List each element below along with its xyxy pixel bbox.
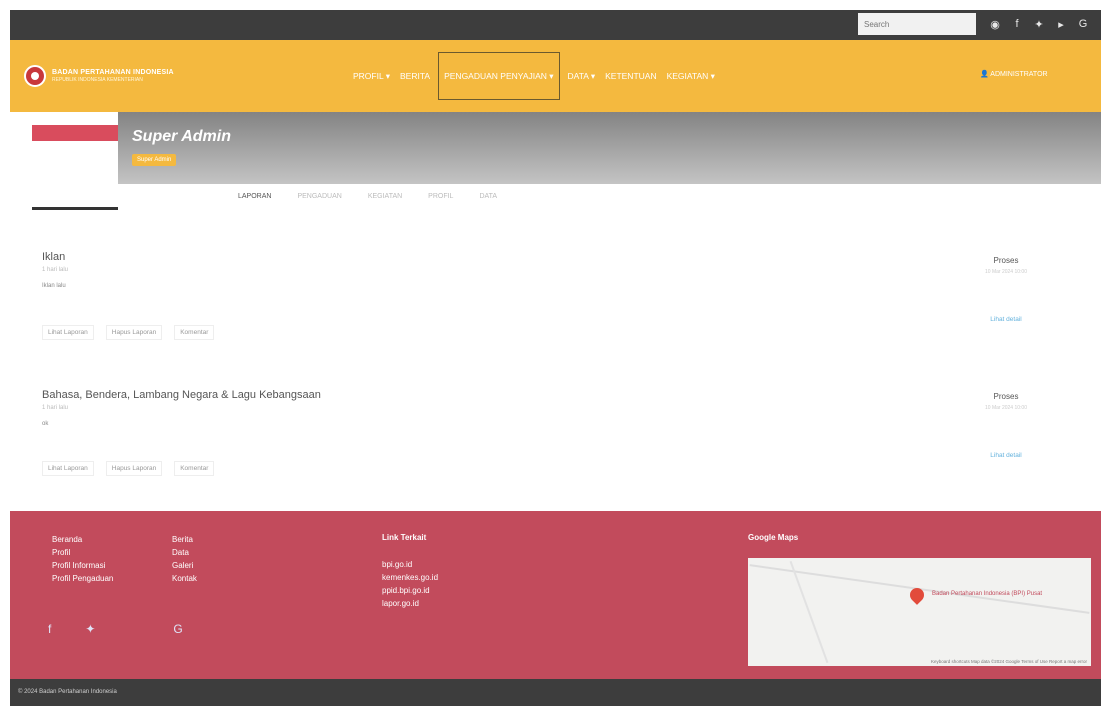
facebook-icon[interactable]: f [1010, 16, 1024, 32]
map-place-label: Badan Pertahanan Indonesia (BPI) Pusat [932, 591, 1043, 597]
main-navbar: BADAN PERTAHANAN INDONESIA REPUBLIK INDO… [10, 40, 1101, 112]
related-link[interactable]: bpi.go.id [382, 558, 438, 571]
related-link[interactable]: ppid.bpi.go.id [382, 584, 438, 597]
tab-pengaduan[interactable]: PENGADUAN [297, 193, 341, 200]
map-attribution: Keyboard shortcuts Map data ©2024 Google… [930, 659, 1087, 664]
footer-link[interactable]: Kontak [172, 572, 197, 585]
status-badge: Proses [993, 392, 1019, 401]
user-menu[interactable]: 👤 ADMINISTRATOR [980, 70, 1048, 78]
youtube-icon[interactable]: ▸ [1054, 16, 1068, 32]
related-links-heading: Link Terkait [382, 533, 427, 542]
report-item: Bahasa, Bendera, Lambang Negara & Lagu K… [42, 389, 922, 479]
google-icon[interactable]: G [1076, 16, 1090, 32]
view-report-button[interactable]: Lihat Laporan [42, 325, 94, 340]
related-link[interactable]: kemenkes.go.id [382, 571, 438, 584]
footer-nav-col2: Berita Data Galeri Kontak [172, 533, 197, 585]
footer-nav-col1: Beranda Profil Profil Informasi Profil P… [52, 533, 113, 585]
nav-item-data[interactable]: DATA ▾ [563, 66, 601, 86]
footer-link[interactable]: Profil Pengaduan [52, 572, 113, 585]
nav-item-profil[interactable]: PROFIL ▾ [348, 66, 395, 86]
twitter-icon[interactable]: ✦ [1032, 16, 1046, 32]
tab-kegiatan[interactable]: KEGIATAN [368, 193, 402, 200]
report-status-panel: Proses 10 Mar 2024 10:00 Lihat detail [966, 256, 1046, 326]
role-badge: Super Admin [132, 154, 177, 166]
social-links: ◉ f ✦ ▸ G [988, 16, 1090, 32]
user-name: ADMINISTRATOR [990, 71, 1048, 78]
status-date: 10 Mar 2024 10:00 [985, 405, 1027, 411]
footer-social: f ✦ G [48, 622, 183, 636]
report-body: Iklan lalu [42, 283, 66, 289]
view-report-button[interactable]: Lihat Laporan [42, 461, 94, 476]
detail-link[interactable]: Lihat detail [966, 316, 1046, 323]
logo-title: BADAN PERTAHANAN INDONESIA [52, 69, 174, 76]
report-actions: Lihat Laporan Hapus Laporan Komentar [42, 461, 215, 476]
report-status-panel: Proses 10 Mar 2024 10:00 Lihat detail [966, 392, 1046, 462]
avatar [32, 125, 118, 210]
delete-report-button[interactable]: Hapus Laporan [105, 325, 163, 340]
nav-item-berita[interactable]: BERITA [395, 66, 435, 86]
profile-tabs: LAPORAN PENGADUAN KEGIATAN PROFIL DATA [238, 193, 523, 200]
status-date: 10 Mar 2024 10:00 [985, 269, 1027, 275]
tab-laporan[interactable]: LAPORAN [238, 193, 271, 200]
site-logo[interactable]: BADAN PERTAHANAN INDONESIA REPUBLIK INDO… [24, 65, 174, 87]
map-heading: Google Maps [748, 531, 798, 558]
google-map[interactable]: Badan Pertahanan Indonesia (BPI) Pusat K… [748, 558, 1091, 666]
related-links: Link Terkait bpi.go.id kemenkes.go.id pp… [382, 531, 438, 610]
detail-link[interactable]: Lihat detail [966, 452, 1046, 459]
delete-report-button[interactable]: Hapus Laporan [105, 461, 163, 476]
report-actions: Lihat Laporan Hapus Laporan Komentar [42, 325, 215, 340]
nav-item-ketentuan[interactable]: KETENTUAN [600, 66, 661, 86]
report-item: Iklan 1 hari lalu Iklan lalu Lihat Lapor… [42, 251, 922, 351]
facebook-icon[interactable]: f [48, 622, 51, 636]
report-date: 1 hari lalu [42, 405, 69, 411]
related-link[interactable]: lapor.go.id [382, 597, 438, 610]
instagram-icon[interactable]: ◉ [988, 16, 1002, 32]
map-heading-text: Google Maps [748, 533, 799, 542]
profile-cover: Super Admin Super Admin [118, 112, 1101, 184]
comment-button[interactable]: Komentar [174, 325, 215, 340]
footer-link[interactable]: Berita [172, 533, 197, 546]
report-title[interactable]: Bahasa, Bendera, Lambang Negara & Lagu K… [42, 389, 922, 401]
twitter-icon[interactable]: ✦ [85, 622, 95, 636]
copyright-bar: © 2024 Badan Pertahanan Indonesia [10, 679, 1101, 706]
footer-link[interactable]: Galeri [172, 559, 197, 572]
tab-data[interactable]: DATA [479, 193, 497, 200]
footer-link[interactable]: Beranda [52, 533, 113, 546]
top-bar: ◉ f ✦ ▸ G [10, 10, 1101, 40]
nav-item-kegiatan[interactable]: KEGIATAN ▾ [662, 66, 720, 86]
nav-menu: PROFIL ▾ BERITA PENGADUAN PENYAJIAN ▾ DA… [348, 40, 720, 112]
tab-profil[interactable]: PROFIL [428, 193, 453, 200]
report-title[interactable]: Iklan [42, 251, 922, 263]
profile-name: Super Admin [132, 128, 231, 145]
footer-link[interactable]: Data [172, 546, 197, 559]
nav-item-pengaduan[interactable]: PENGADUAN PENYAJIAN ▾ [438, 52, 560, 100]
search-input[interactable] [858, 13, 976, 35]
report-date: 1 hari lalu [42, 267, 69, 273]
status-badge: Proses [993, 256, 1019, 265]
footer-link[interactable]: Profil Informasi [52, 559, 113, 572]
logo-subtitle: REPUBLIK INDONESIA KEMENTERIAN [52, 77, 143, 83]
footer-link[interactable]: Profil [52, 546, 113, 559]
user-icon: 👤 [980, 71, 989, 78]
emblem-icon [24, 65, 46, 87]
comment-button[interactable]: Komentar [174, 461, 215, 476]
footer: Beranda Profil Profil Informasi Profil P… [10, 511, 1101, 679]
google-icon[interactable]: G [173, 622, 182, 636]
report-body: ok [42, 421, 49, 427]
